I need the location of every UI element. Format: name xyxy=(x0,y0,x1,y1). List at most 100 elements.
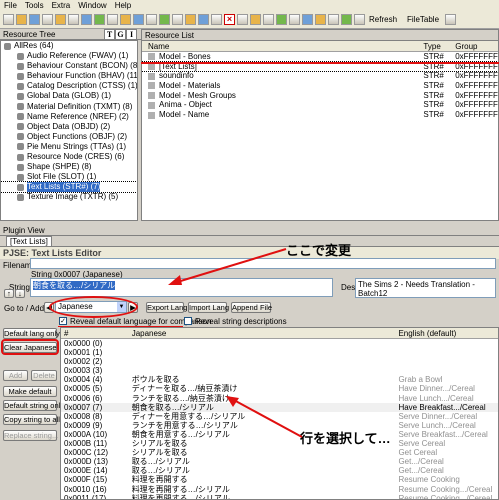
options-icon[interactable] xyxy=(445,14,457,25)
resource-type-icon xyxy=(17,52,24,60)
column-group[interactable]: Group xyxy=(455,41,498,51)
edit-icon[interactable] xyxy=(237,14,248,25)
save-as-icon[interactable] xyxy=(42,14,53,25)
menu-window[interactable]: Window xyxy=(78,1,106,10)
tree-item[interactable]: Material Definition (TXMT) (8) xyxy=(1,102,137,112)
sync-icon[interactable] xyxy=(211,14,222,25)
key-icon[interactable] xyxy=(185,14,196,25)
tree-icon[interactable] xyxy=(341,14,352,25)
resource-row[interactable]: Model - NameSTR# 0xFFFFFFFF xyxy=(142,110,498,120)
make-default-button[interactable]: Make default xyxy=(3,386,57,397)
default-string-only-button[interactable]: Default string only xyxy=(3,400,64,411)
paste-icon[interactable] xyxy=(81,14,92,25)
grid-row[interactable]: 0x0010 (16) 料理を再開する…/シリアル Resume Cooking..… xyxy=(61,485,498,494)
grid-row[interactable]: 0x0004 (4) ボウルを取る Grab a Bowl xyxy=(61,375,498,384)
tree-item[interactable]: Behaviour Function (BHAV) (11) xyxy=(1,71,137,81)
menu-tools[interactable]: Tools xyxy=(25,1,44,10)
tree-item[interactable]: Name Reference (NREF) (2) xyxy=(1,112,137,122)
tree-tab-instance[interactable]: I xyxy=(126,29,137,40)
grid-row[interactable]: 0x0003 (3) xyxy=(61,366,498,375)
grid-row[interactable]: 0x000F (15) 料理を再開する Resume Cooking xyxy=(61,475,498,484)
resource-row[interactable]: soundinfoSTR# 0xFFFFFFFF xyxy=(142,71,498,81)
replace-string-button[interactable]: Replace string... xyxy=(3,430,58,441)
grid-column-japanese[interactable]: Japanese xyxy=(132,328,399,338)
tree-item[interactable]: Global Data (GLOB) (1) xyxy=(1,91,137,101)
filter-icon[interactable] xyxy=(133,14,144,25)
grid-row[interactable]: 0x0000 (0) xyxy=(61,339,498,348)
tree-item[interactable]: Pie Menu Strings (TTAs) (1) xyxy=(1,142,137,152)
grid-column-number[interactable]: # xyxy=(61,328,132,338)
copy-string-to-all-button[interactable]: Copy string to all xyxy=(3,414,60,425)
tree-item-label: Global Data (GLOB) (1) xyxy=(27,91,112,101)
tool-icon[interactable] xyxy=(159,14,170,25)
tree-item[interactable]: Catalog Description (CTSS) (1) xyxy=(1,81,137,91)
close-icon[interactable]: × xyxy=(224,14,235,25)
refresh-button[interactable]: Refresh xyxy=(369,15,397,24)
grid-column-english[interactable]: English (default) xyxy=(398,328,498,338)
tree-item[interactable]: Texture Image (TXTR) (5) xyxy=(1,192,137,202)
menu-help[interactable]: Help xyxy=(115,1,131,10)
save-icon[interactable] xyxy=(29,14,40,25)
grid-row[interactable]: 0x000E (14) 取る…/シリアル Get.../Cereal xyxy=(61,466,498,475)
folder-icon[interactable] xyxy=(55,14,66,25)
resource-tree[interactable]: AllRes (64) Audio Reference (FWAV) (1) Beh… xyxy=(0,40,138,221)
document-icon[interactable] xyxy=(263,14,274,25)
reveal-desc-checkbox[interactable] xyxy=(184,317,192,325)
column-type[interactable]: Type xyxy=(423,41,455,51)
grid-icon[interactable] xyxy=(289,14,300,25)
lock-icon[interactable] xyxy=(172,14,183,25)
open-icon[interactable] xyxy=(16,14,27,25)
import-lang-button[interactable]: Import Lang xyxy=(188,302,229,313)
star-icon[interactable] xyxy=(198,14,209,25)
tree-item[interactable]: Text Lists (STR#) (7) xyxy=(1,181,137,194)
default-lang-only-button[interactable]: Default lang only xyxy=(3,328,60,339)
tree-item[interactable]: Object Data (OBJD) (2) xyxy=(1,122,137,132)
resource-row[interactable]: Model - Mesh GroupsSTR# 0xFFFFFFFF xyxy=(142,91,498,101)
resource-row[interactable]: Model - BonesSTR# 0xFFFFFFFF xyxy=(142,52,498,62)
list-icon[interactable] xyxy=(354,14,365,25)
menu-extra[interactable]: Extra xyxy=(52,1,71,10)
menu-file[interactable]: File xyxy=(4,1,17,10)
package-icon[interactable] xyxy=(120,14,131,25)
grid-cell-number: 0x000E (14) xyxy=(64,466,108,476)
settings-icon[interactable] xyxy=(146,14,157,25)
tree-item[interactable]: Resource Node (CRES) (6) xyxy=(1,152,137,162)
string-down-button[interactable]: ↓ xyxy=(15,289,25,298)
grid-row[interactable]: 0x0011 (17) 料理を再開する…/シリアル Resume Cooking..… xyxy=(61,494,498,499)
grid-row[interactable]: 0x000D (13) 取る…/シリアル Get.../Cereal xyxy=(61,457,498,466)
tree-item[interactable]: Object Functions (OBJF) (2) xyxy=(1,132,137,142)
cube-icon[interactable] xyxy=(328,14,339,25)
grid-row[interactable]: 0x000C (12) シリアルを取る Get Cereal xyxy=(61,448,498,457)
tree-item[interactable]: Audio Reference (FWAV) (1) xyxy=(1,51,137,61)
new-icon[interactable] xyxy=(3,14,14,25)
export-icon[interactable] xyxy=(107,14,118,25)
import-icon[interactable] xyxy=(94,14,105,25)
bookmark-icon[interactable] xyxy=(250,14,261,25)
resource-type: STR# xyxy=(423,52,444,61)
resource-row[interactable]: Anima - ObjectSTR# 0xFFFFFFFF xyxy=(142,100,498,110)
window-icon[interactable] xyxy=(302,14,313,25)
export-lang-button[interactable]: Export Lang xyxy=(146,302,187,313)
image-icon[interactable] xyxy=(276,14,287,25)
box-icon[interactable] xyxy=(315,14,326,25)
desc-field[interactable]: The Sims 2 - Needs Translation - Batch12 xyxy=(355,278,496,298)
tree-item[interactable]: Shape (SHPE) (8) xyxy=(1,162,137,172)
copy-icon[interactable] xyxy=(68,14,79,25)
plugin-tab-text-lists[interactable]: [Text Lists] xyxy=(6,236,52,246)
reveal-default-checkbox[interactable]: ✓ xyxy=(59,317,67,325)
tree-item[interactable]: Behaviour Constant (BCON) (8) xyxy=(1,61,137,71)
grid-row[interactable]: 0x0001 (1) xyxy=(61,348,498,357)
tree-tab-group[interactable]: G xyxy=(115,29,126,40)
append-file-button[interactable]: Append File xyxy=(231,302,272,313)
tree-item[interactable]: AllRes (64) xyxy=(1,41,137,51)
tree-tab-type[interactable]: T xyxy=(104,29,115,40)
delete-button[interactable]: Delete xyxy=(31,370,57,381)
tree-item-label: Catalog Description (CTSS) (1) xyxy=(27,81,138,91)
grid-row[interactable]: 0x0002 (2) xyxy=(61,357,498,366)
column-name[interactable]: Name xyxy=(142,41,423,51)
tree-item[interactable]: Slot File (SLOT) (1) xyxy=(1,172,137,182)
add-button[interactable]: Add xyxy=(3,370,28,381)
resource-row[interactable]: Model - MaterialsSTR# 0xFFFFFFFF xyxy=(142,81,498,91)
filetable-button[interactable]: FileTable xyxy=(407,15,439,24)
string-up-button[interactable]: ↑ xyxy=(4,289,14,298)
